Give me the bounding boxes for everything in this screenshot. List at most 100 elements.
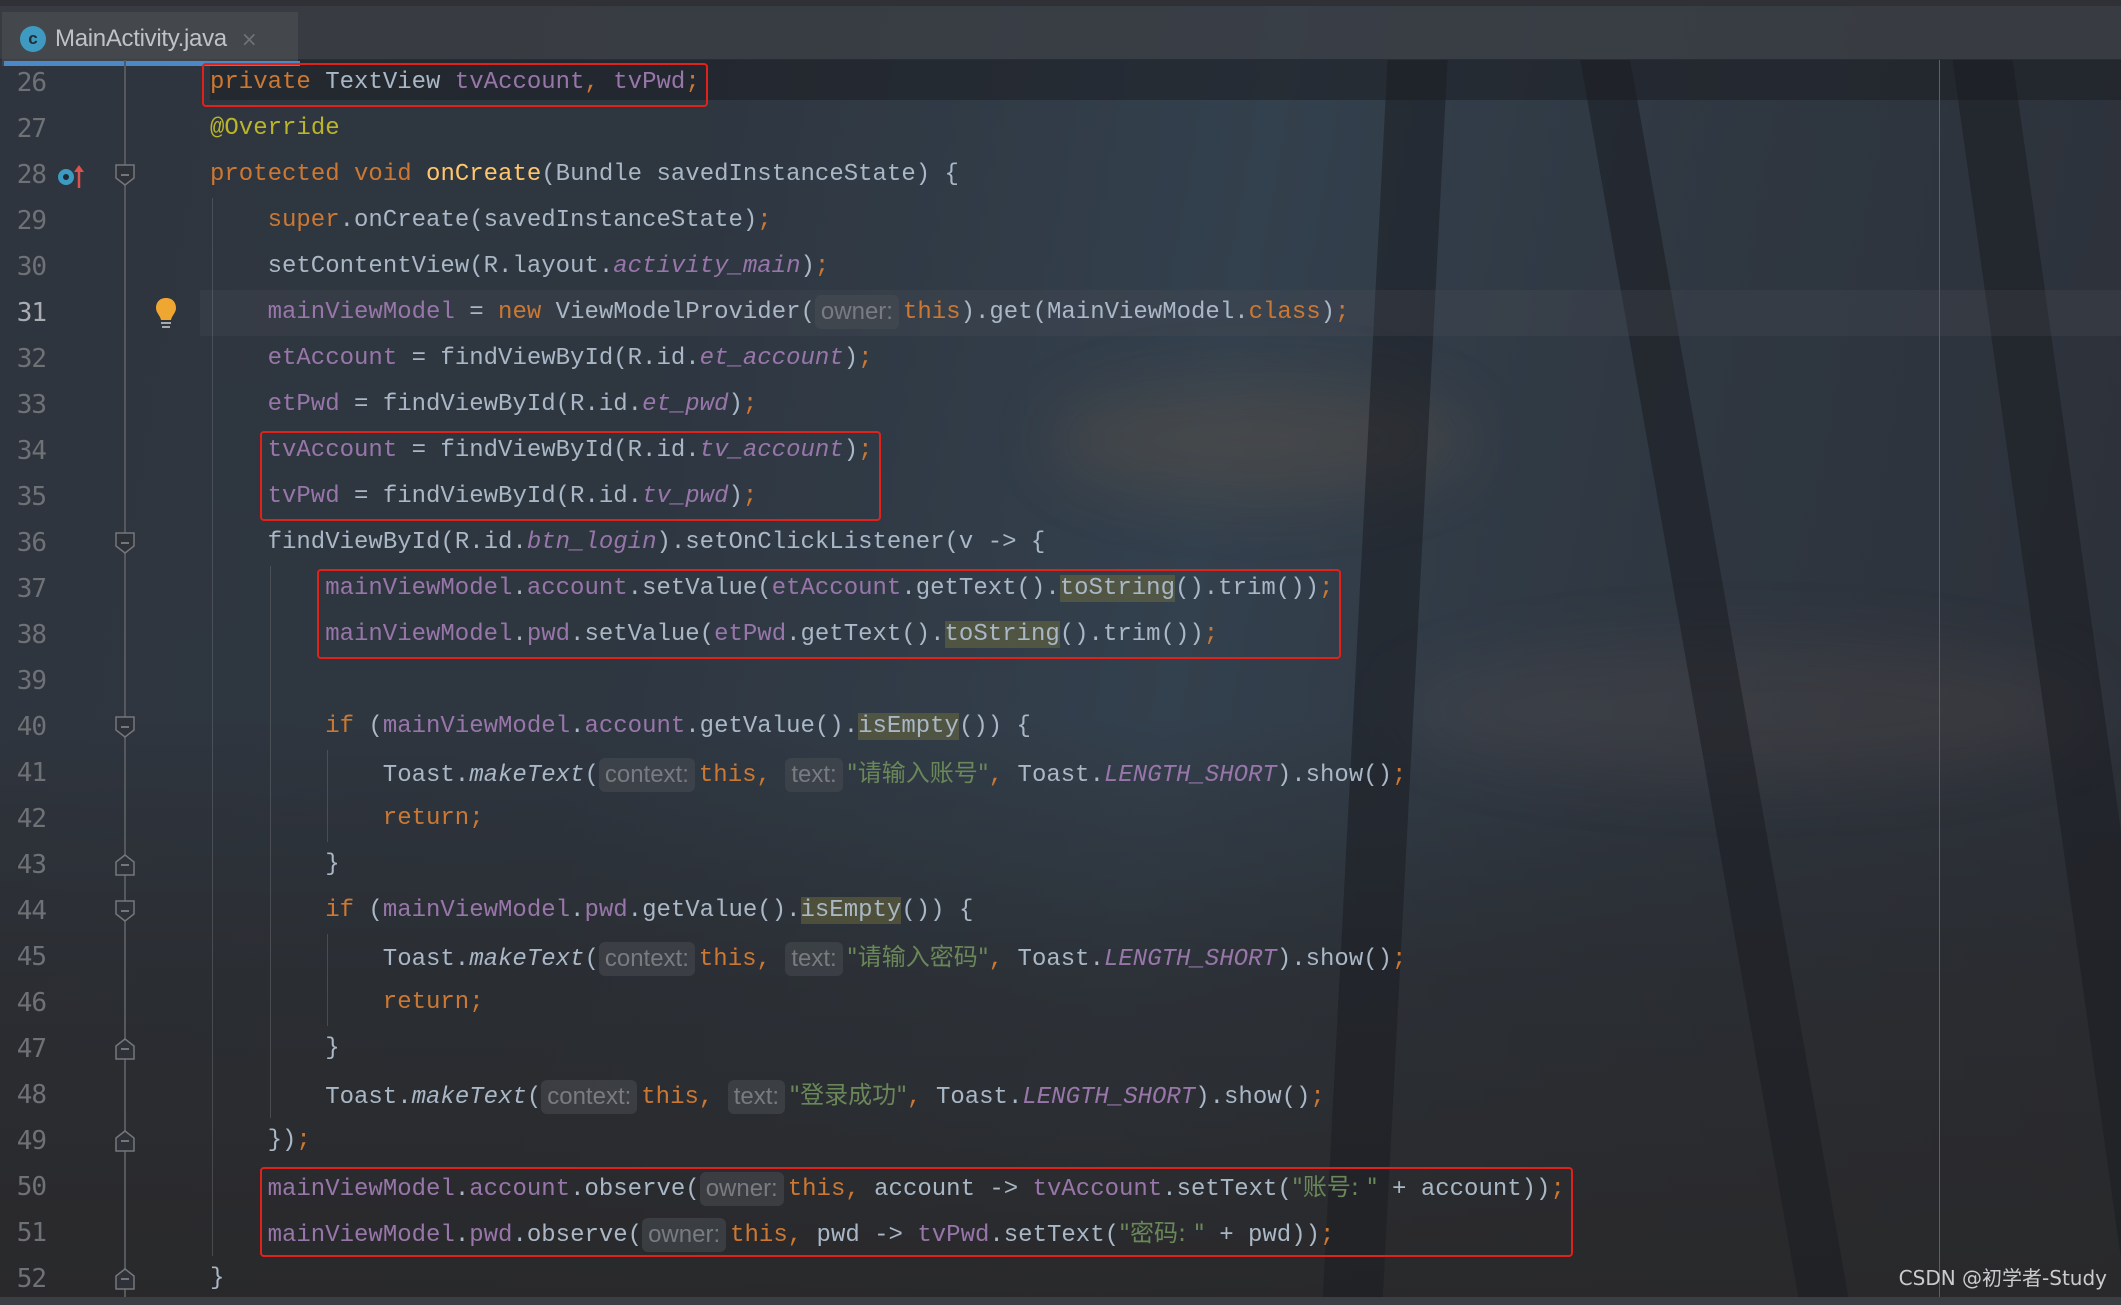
code-token: , [988,946,1004,973]
code-token: return [382,989,470,1016]
lightbulb-icon[interactable] [154,296,178,335]
code-token: "请输入密码" [846,943,989,971]
code-line[interactable]: } [325,1026,339,1072]
code-token: (Bundle savedInstanceState) { [541,161,959,188]
line-number: 47 [16,1034,47,1064]
line-number: 51 [16,1218,47,1248]
code-token: setContentView(R.layout. [267,253,614,280]
code-token: ; [1392,946,1407,973]
code-line[interactable]: setContentView(R.layout.activity_main); [268,244,830,290]
code-line[interactable]: if (mainViewModel.pwd.getValue().isEmpty… [325,888,973,934]
code-token: ).show() [1276,762,1393,789]
code-token: = [454,299,499,326]
code-line[interactable]: } [325,842,339,888]
code-token: ( [526,1084,542,1111]
code-token: return [382,805,470,832]
code-token: mainViewModel [382,713,571,740]
code-line[interactable]: protected void onCreate(Bundle savedInst… [210,152,959,198]
close-tab-icon[interactable]: × [241,27,258,51]
line-number: 35 [16,482,47,512]
code-token: ).show() [1195,1084,1311,1111]
fold-end-icon[interactable] [115,1130,135,1152]
code-token: ).get(MainViewModel. [960,299,1249,326]
code-line[interactable]: findViewById(R.id.btn_login).setOnClickL… [268,520,1046,566]
highlight-field-declaration [202,63,708,107]
code-line[interactable]: etAccount = findViewById(R.id.et_account… [268,336,873,382]
line-number: 38 [16,620,47,650]
code-token: . [570,897,585,924]
code-token: ) [843,345,859,372]
code-token: this [698,762,757,789]
fold-end-icon[interactable] [115,1268,135,1290]
code-token: onCreate [426,161,542,188]
overrides-method-icon[interactable] [56,162,88,195]
indent-guide-line [269,566,271,1118]
tab-filename: MainActivity.java [55,25,227,52]
code-token: Toast. [1003,946,1104,973]
code-token: btn_login [526,529,657,556]
code-token: void [354,161,412,188]
java-class-icon: c [20,26,46,52]
csdn-watermark: CSDN @初学者-Study [1898,1266,2107,1290]
code-line[interactable]: super.onCreate(savedInstanceState); [268,198,772,244]
code-token: , [698,1084,714,1111]
code-token: ( [354,897,383,924]
line-number: 42 [16,804,47,834]
code-token: pwd [584,897,628,924]
tab-main-activity[interactable]: c MainActivity.java × [2,12,300,66]
code-token: .onCreate(savedInstanceState) [339,207,758,234]
fold-collapse-icon[interactable] [115,900,135,922]
code-line[interactable]: }); [268,1118,311,1164]
code-token: = findViewById(R.id. [339,391,643,418]
code-token: ) [800,253,815,280]
code-line[interactable]: return; [383,796,484,842]
line-number: 44 [16,896,47,926]
code-line[interactable]: etPwd = findViewById(R.id.et_pwd); [268,382,758,428]
code-token: "登录成功" [789,1081,908,1109]
code-token: mainViewModel [267,299,455,326]
parameter-hint: text: [785,941,843,976]
code-line[interactable]: Toast.makeText(context: this, text: "登录成功"… [325,1072,1325,1118]
code-token: findViewById(R.id. [267,529,527,556]
fold-collapse-icon[interactable] [115,716,135,738]
code-token: ; [469,989,484,1016]
code-token: ).show() [1276,946,1393,973]
line-number: 52 [16,1264,47,1294]
code-token: Toast. [1003,762,1104,789]
code-token: this [641,1084,699,1111]
code-line[interactable]: if (mainViewModel.account.getValue().isE… [325,704,1031,750]
line-number: 49 [16,1126,47,1156]
code-token: ; [1310,1084,1325,1111]
line-number: 26 [16,68,47,98]
code-token: super [267,207,340,234]
code-token: LENGTH_SHORT [1022,1084,1196,1111]
code-token: ; [858,345,873,372]
code-token: LENGTH_SHORT [1103,946,1277,973]
line-number: 39 [16,666,47,696]
code-token: } [210,1265,225,1292]
code-token: ).setOnClickListener(v -> { [656,529,1046,556]
code-line[interactable]: Toast.makeText(context: this, text: "请输入密码… [383,934,1407,980]
fold-collapse-icon[interactable] [115,532,135,554]
parameter-hint: context: [598,941,695,976]
line-number: 48 [16,1080,47,1110]
line-number: 46 [16,988,47,1018]
fold-end-icon[interactable] [115,1038,135,1060]
fold-end-icon[interactable] [115,854,135,876]
code-line[interactable]: return; [383,980,484,1026]
fold-collapse-icon[interactable] [115,164,135,186]
code-token: ) [728,391,743,418]
line-number: 32 [16,344,47,374]
editor-tab-bar: c MainActivity.java × [0,0,2121,66]
code-line[interactable]: @Override [210,106,340,152]
code-token: ; [1392,762,1407,789]
code-line[interactable]: Toast.makeText(context: this, text: "请输入账号… [383,750,1407,796]
code-line[interactable]: } [210,1256,224,1302]
code-token: .getValue(). [627,897,801,924]
code-token: class [1248,299,1321,326]
code-line[interactable]: mainViewModel = new ViewModelProvider(ow… [267,290,1349,336]
line-number: 33 [16,390,47,420]
